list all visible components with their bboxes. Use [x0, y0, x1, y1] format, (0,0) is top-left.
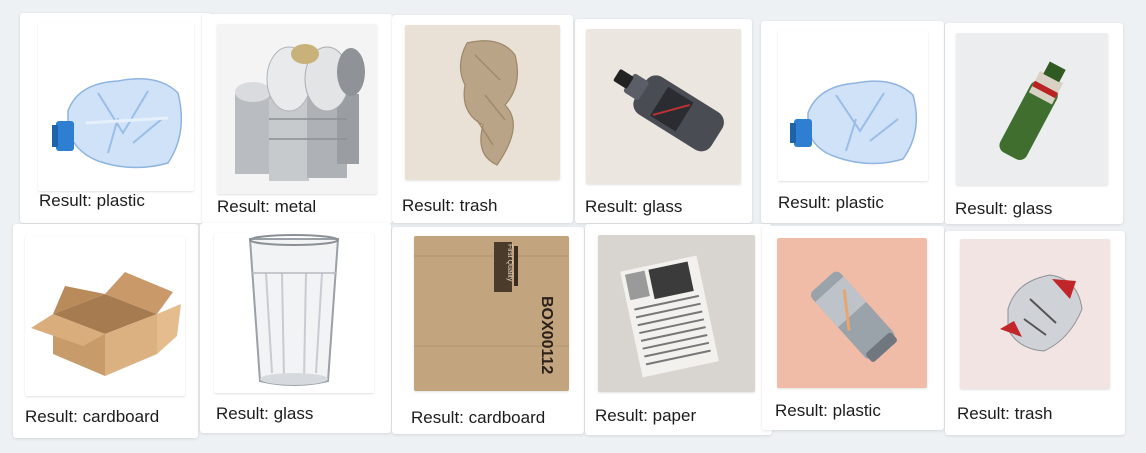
result-card[interactable]: Result: paper [585, 224, 772, 435]
result-label: Result: plastic [775, 401, 881, 420]
result-label: Result: cardboard [411, 408, 546, 427]
result-label: Result: glass [585, 197, 683, 216]
result-card[interactable]: First Quality BOX00112 Result: cardboard [392, 227, 584, 434]
box-code-text: BOX00112 [538, 296, 555, 374]
cardboard-logo-text: First Quality [506, 244, 513, 282]
result-card[interactable]: Result: cardboard [13, 224, 198, 438]
result-label: Result: trash [402, 196, 498, 215]
result-image-crushed-plastic-bottle [778, 31, 928, 181]
result-card[interactable]: Result: glass [945, 23, 1123, 224]
result-image-cardboard-panel: First Quality BOX00112 [414, 236, 569, 391]
result-card[interactable]: Result: trash [392, 15, 573, 223]
result-label: Result: plastic [778, 193, 884, 212]
result-label: Result: trash [957, 404, 1053, 423]
result-image-aluminum-can [777, 238, 927, 388]
result-image-green-glass-bottle [956, 33, 1108, 185]
result-label: Result: paper [595, 406, 697, 425]
result-label: Result: cardboard [25, 407, 160, 426]
result-image-crushed-plastic-bottle [38, 23, 194, 191]
result-image-open-cardboard-box [25, 236, 185, 396]
result-image-newspaper [598, 235, 755, 392]
result-card[interactable]: Result: plastic [761, 21, 944, 223]
result-label: Result: glass [216, 404, 314, 423]
result-card[interactable]: Result: plastic [762, 226, 944, 430]
result-label: Result: metal [217, 197, 317, 216]
result-label: Result: plastic [39, 191, 145, 210]
result-card[interactable]: Result: glass [200, 223, 391, 433]
result-card[interactable]: Result: metal [202, 14, 392, 224]
result-image-dark-glass-bottle [586, 29, 741, 184]
result-label: Result: glass [955, 199, 1053, 218]
result-image-drinking-glass [214, 233, 374, 393]
result-card[interactable]: Result: plastic [20, 13, 212, 223]
result-card[interactable]: Result: trash [945, 231, 1125, 435]
result-image-metal-cans [217, 24, 377, 194]
result-card[interactable]: Result: glass [575, 19, 752, 223]
result-image-snack-wrapper [960, 239, 1110, 389]
result-image-crumpled-tissue [405, 25, 560, 180]
